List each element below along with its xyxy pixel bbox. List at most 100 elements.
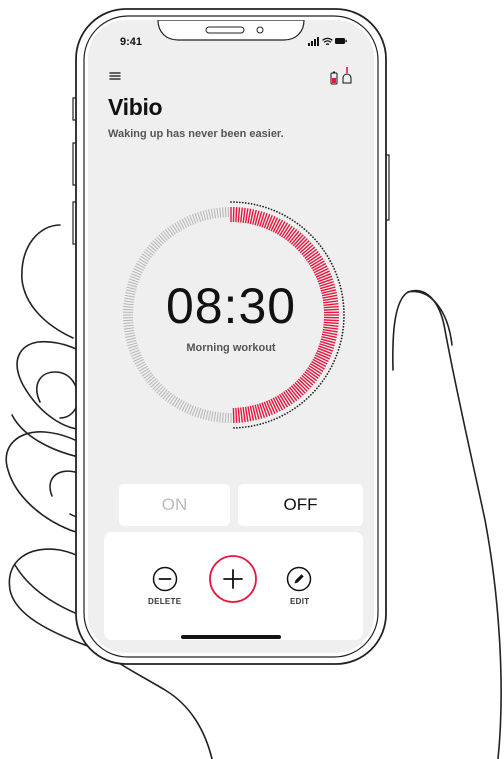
- dial-outer-dot: [238, 201, 241, 204]
- pencil-icon[interactable]: [286, 566, 312, 592]
- dial-outer-dot: [278, 212, 281, 214]
- menu-icon[interactable]: [109, 70, 129, 84]
- alarm-time[interactable]: 08:30: [88, 277, 374, 335]
- dial-tick-inactive: [216, 207, 219, 218]
- dial-tick-active: [244, 208, 249, 224]
- dial-tick-inactive: [146, 246, 156, 254]
- dial-outer-dot: [250, 425, 253, 428]
- dial-tick-inactive: [205, 209, 209, 220]
- dial-outer-dot: [298, 224, 301, 227]
- on-button[interactable]: ON: [119, 484, 230, 526]
- bell-icon: [342, 67, 352, 84]
- dial-tick-inactive: [162, 230, 170, 240]
- plus-circle-icon[interactable]: [208, 554, 258, 604]
- dial-outer-dot: [233, 427, 235, 429]
- dial-tick-inactive: [146, 376, 156, 384]
- dial-tick-inactive: [222, 207, 224, 218]
- phone-screen: 9:41 Vibio Waking up has never been easi…: [88, 20, 374, 653]
- dial-tick-inactive: [141, 370, 151, 377]
- dial-outer-dot: [270, 419, 273, 422]
- dial-outer-dot: [332, 362, 334, 365]
- dial-outer-dot: [324, 252, 327, 255]
- dial-outer-dot: [286, 411, 289, 414]
- delete-label: DELETE: [148, 597, 182, 606]
- dial-outer-dot: [310, 394, 312, 396]
- dial-tick-inactive: [224, 207, 227, 218]
- dial-outer-dot: [324, 375, 327, 378]
- dial-tick-inactive: [150, 380, 159, 388]
- dial-tick-inactive: [143, 372, 153, 379]
- off-button[interactable]: OFF: [238, 484, 363, 526]
- dial-tick-inactive: [158, 234, 166, 243]
- dial-tick-inactive: [205, 410, 209, 421]
- dial-outer-dot: [291, 219, 294, 222]
- dial-outer-dot: [265, 206, 267, 209]
- dial-tick-inactive: [143, 251, 153, 258]
- dial-tick-active: [263, 213, 271, 229]
- dial-outer-dot: [262, 422, 264, 425]
- dial-tick-inactive: [154, 383, 163, 392]
- dial-tick-inactive: [208, 410, 212, 421]
- minus-circle-icon[interactable]: [152, 566, 178, 592]
- dial-outer-dot: [238, 426, 241, 429]
- wifi-icon: [322, 37, 333, 45]
- dial-tick-inactive: [152, 382, 161, 390]
- dial-tick-inactive: [169, 395, 176, 405]
- dial-outer-dot: [244, 202, 247, 204]
- dial-outer-dot: [278, 416, 281, 418]
- dial-tick-inactive: [197, 408, 202, 418]
- dial-outer-dot: [289, 410, 291, 413]
- dial-outer-dot: [333, 360, 336, 362]
- dial-tick-inactive: [125, 337, 136, 341]
- dial-tick-active: [244, 406, 249, 422]
- dial-tick-inactive: [213, 411, 217, 422]
- dial-outer-dot: [310, 234, 312, 236]
- dial-tick-inactive: [219, 412, 222, 423]
- dial-outer-dot: [312, 391, 314, 394]
- dial-tick-inactive: [197, 212, 202, 222]
- dial-outer-dot: [330, 365, 333, 368]
- dial-tick-inactive: [158, 387, 166, 396]
- dial-tick-inactive: [167, 393, 174, 403]
- dial-outer-dot: [340, 337, 343, 340]
- dial-outer-dot: [298, 403, 301, 406]
- dial-outer-dot: [281, 213, 284, 216]
- home-indicator[interactable]: [181, 635, 281, 639]
- battery-alarm-icon: [330, 71, 338, 85]
- dial-outer-dot: [334, 357, 337, 360]
- dial-outer-dot: [244, 426, 247, 428]
- dial-outer-dot: [312, 236, 314, 239]
- dial-tick-active: [240, 207, 243, 223]
- dial-tick-inactive: [208, 209, 212, 220]
- dial-tick-inactive: [202, 210, 207, 221]
- dial-tick-inactive: [156, 236, 164, 245]
- dial-tick-inactive: [145, 374, 154, 382]
- dial-outer-dot: [326, 255, 329, 257]
- dial-tick-inactive: [148, 244, 157, 252]
- battery-icon: [335, 38, 347, 44]
- dial-outer-dot: [332, 265, 334, 268]
- dial-tick-inactive: [219, 207, 222, 218]
- dial-outer-dot: [323, 378, 326, 380]
- dial-outer-dot: [236, 426, 238, 429]
- dial-outer-dot: [305, 230, 308, 232]
- dial-outer-dot: [301, 401, 304, 404]
- dial-outer-dot: [314, 389, 316, 392]
- dial-outer-dot: [321, 380, 324, 383]
- alarm-icons[interactable]: [322, 64, 358, 88]
- dial-outer-dot: [236, 201, 238, 204]
- dial-outer-dot: [267, 420, 270, 423]
- dial-tick-inactive: [164, 229, 172, 238]
- dial-outer-dot: [329, 260, 332, 262]
- dial-tick-active: [235, 407, 238, 423]
- dial-outer-dot: [319, 382, 322, 385]
- dial-outer-dot: [317, 385, 320, 388]
- dial-outer-dot: [284, 214, 286, 217]
- dial-outer-dot: [314, 238, 316, 241]
- dial-tick-inactive: [156, 385, 164, 394]
- dial-tick-inactive: [202, 409, 207, 420]
- dial-outer-dot: [265, 421, 267, 424]
- dial-outer-dot: [307, 396, 310, 398]
- dial-outer-dot: [319, 245, 322, 248]
- status-time: 9:41: [120, 36, 143, 48]
